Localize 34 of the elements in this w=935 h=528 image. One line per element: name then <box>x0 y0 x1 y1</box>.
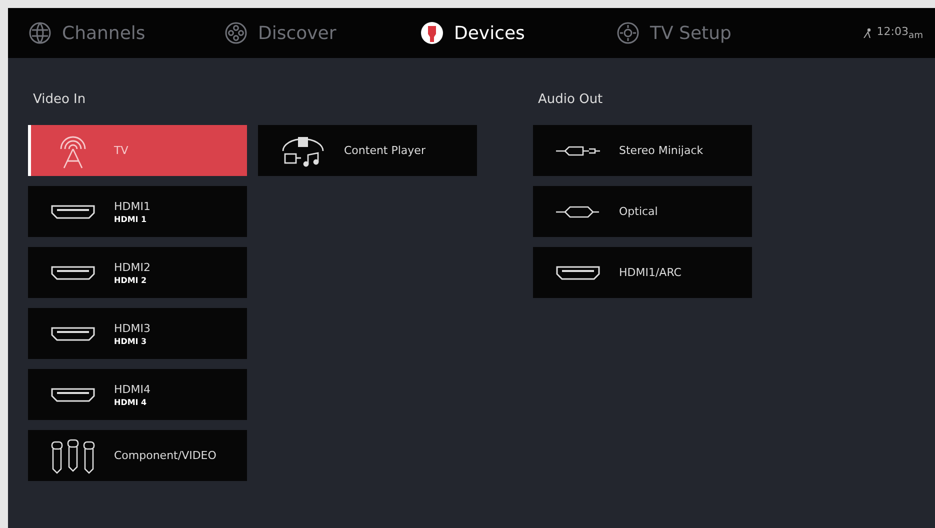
film-reel-icon <box>224 21 248 45</box>
device-tile[interactable]: Stereo Minijack <box>533 125 752 176</box>
tile-sublabel: HDMI 3 <box>114 336 148 346</box>
section-title: Audio Out <box>537 92 604 107</box>
nav-tab[interactable]: Channels <box>28 21 224 45</box>
hdmi-port-icon <box>555 264 601 280</box>
optical-plug-icon <box>555 204 601 218</box>
device-tile[interactable]: Component/VIDEO <box>28 430 247 481</box>
rca-plugs-icon <box>50 438 96 474</box>
hdmi-port-icon <box>50 386 96 402</box>
device-tile[interactable]: HDMI3 HDMI 3 <box>28 308 247 359</box>
device-tile[interactable]: HDMI1 HDMI 1 <box>28 186 247 237</box>
section-title: Video In <box>32 92 87 107</box>
device-tile[interactable]: Optical <box>533 186 752 237</box>
tile-sublabel: HDMI 2 <box>114 276 148 284</box>
hdmi-port-icon <box>50 204 96 220</box>
gear-icon <box>616 21 640 45</box>
nav-tab[interactable]: TV Setup <box>616 21 812 45</box>
hdmi-port-icon <box>50 326 96 342</box>
nav-tab[interactable]: Discover <box>224 21 420 45</box>
tile-sublabel: HDMI 1 <box>114 214 148 224</box>
media-devices-icon <box>281 134 325 166</box>
tile-sublabel: HDMI 4 <box>114 398 148 406</box>
globe-icon <box>28 21 52 45</box>
nav-tab[interactable]: Devices <box>420 21 616 45</box>
person-icon <box>862 28 873 38</box>
hdmi-port-icon <box>50 264 96 280</box>
minijack-plug-icon <box>555 144 601 156</box>
plug-icon <box>420 21 444 45</box>
clock-time: 12:03$_{am}$ <box>876 24 923 42</box>
device-tile[interactable]: Content Player <box>258 125 477 176</box>
device-tile[interactable]: HDMI2 HDMI 2 <box>28 247 247 298</box>
device-tile[interactable]: HDMI4 HDMI 4 <box>28 369 247 420</box>
device-tile[interactable]: HDMI1/ARC <box>533 247 752 298</box>
